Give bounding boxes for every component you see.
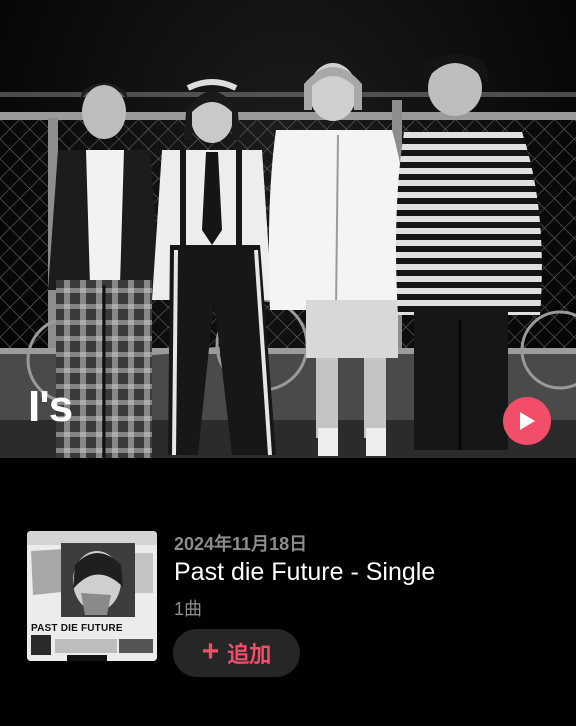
add-button[interactable]: + 追加 bbox=[173, 629, 300, 677]
release-title[interactable]: Past die Future - Single bbox=[174, 558, 435, 587]
artist-name: I's bbox=[28, 382, 73, 431]
release-date: 2024年11月18日 bbox=[174, 534, 308, 554]
artist-hero: I's bbox=[0, 0, 576, 458]
add-button-label: 追加 bbox=[227, 642, 272, 667]
artwork-graphic bbox=[27, 531, 157, 661]
album-artwork[interactable]: PAST DIE FUTURE bbox=[27, 531, 157, 661]
band-photo bbox=[0, 53, 576, 458]
track-count: 1曲 bbox=[174, 599, 203, 619]
artwork-title: PAST DIE FUTURE bbox=[31, 623, 123, 634]
play-icon bbox=[520, 412, 535, 430]
play-button[interactable] bbox=[503, 397, 551, 445]
plus-icon: + bbox=[201, 634, 220, 668]
latest-release[interactable]: PAST DIE FUTURE 2024年11月18日 Past die Fut… bbox=[0, 458, 576, 726]
